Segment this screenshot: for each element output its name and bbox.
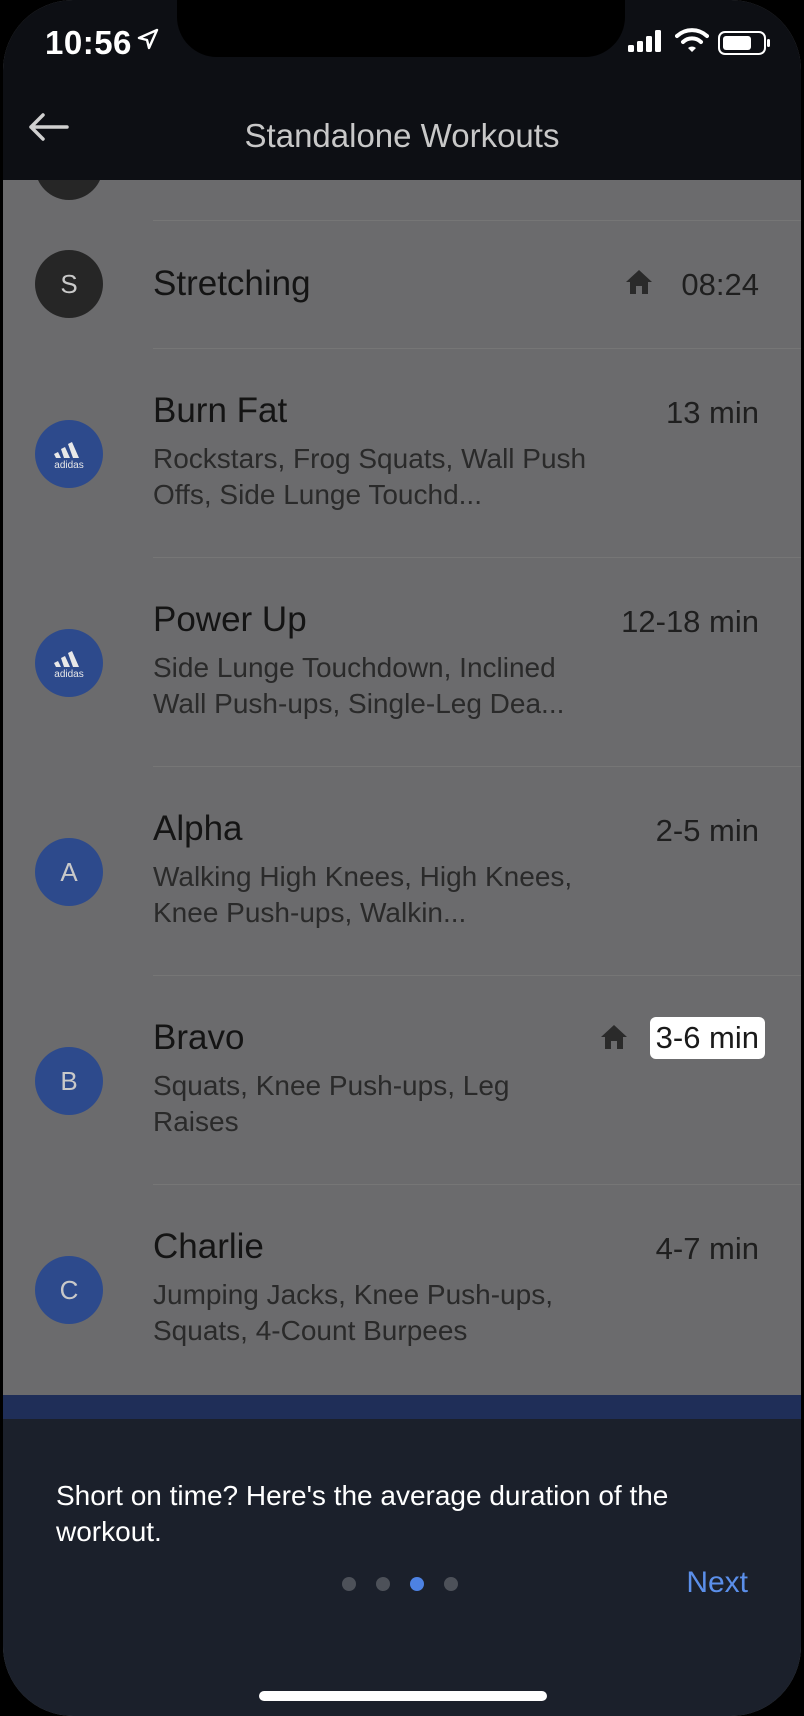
navbar: Standalone Workouts [3, 88, 801, 180]
next-button[interactable]: Next [686, 1566, 748, 1600]
avatar: S [35, 250, 103, 318]
workout-duration: 2-5 min [655, 813, 759, 848]
avatar: B [35, 1047, 103, 1115]
workout-duration: 13 min [665, 395, 759, 430]
workout-duration: 12-18 min [621, 604, 759, 639]
avatar: C [35, 1256, 103, 1324]
page-dot[interactable] [444, 1577, 458, 1591]
workout-title: Stretching [153, 264, 311, 303]
workout-row-power-up[interactable]: adidas Power Up Side Lunge Touchdown, In… [3, 558, 801, 767]
workout-title: Charlie [153, 1227, 264, 1266]
status-bar: 10:56 [3, 0, 801, 88]
workout-row-charlie[interactable]: C Charlie Jumping Jacks, Knee Push-ups, … [3, 1185, 801, 1394]
phone-screen: 10:56 Standalone Workouts S Stretching 0… [3, 0, 801, 1716]
workout-title: Burn Fat [153, 391, 288, 430]
status-time: 10:56 [45, 24, 132, 61]
page-title: Standalone Workouts [244, 117, 560, 154]
workout-title: Alpha [153, 809, 243, 848]
adidas-logo-icon: adidas [54, 442, 84, 471]
adidas-logo-icon: adidas [54, 651, 84, 680]
page-dot[interactable] [342, 1577, 356, 1591]
svg-text:adidas: adidas [54, 669, 83, 680]
workout-list: S Stretching 08:24 adidas Burn Fat Rocks… [3, 180, 801, 1395]
workout-title: Bravo [153, 1018, 245, 1057]
workout-exercises: Jumping Jacks, Knee Push-ups, Squats, 4-… [153, 1279, 553, 1346]
page-dot-active[interactable] [410, 1577, 424, 1591]
wifi-icon [675, 28, 709, 52]
battery-icon [718, 31, 770, 55]
workout-duration: 4-7 min [655, 1231, 759, 1266]
home-icon [626, 270, 652, 294]
workout-duration: 08:24 [681, 267, 759, 302]
avatar: adidas [35, 420, 103, 488]
workout-row-burn-fat[interactable]: adidas Burn Fat Rockstars, Frog Squats, … [3, 349, 801, 558]
avatar: adidas [35, 629, 103, 697]
workout-row-bravo[interactable]: B Bravo Squats, Knee Push-ups, Leg Raise… [3, 976, 801, 1185]
workout-exercises: Side Lunge Touchdown, Inclined Wall Push… [153, 652, 565, 719]
workout-exercises: Rockstars, Frog Squats, Wall Push Offs, … [153, 443, 587, 510]
workout-title: Power Up [153, 600, 307, 639]
notch [177, 0, 625, 57]
location-arrow-icon [137, 28, 159, 50]
svg-text:adidas: adidas [54, 460, 83, 471]
workout-exercises: Squats, Knee Push-ups, Leg Raises [153, 1070, 510, 1137]
divider [3, 1395, 801, 1419]
onboarding-tooltip: Short on time? Here's the average durati… [3, 1419, 801, 1716]
avatar-letter: A [60, 856, 78, 887]
workout-row-alpha[interactable]: A Alpha Walking High Knees, High Knees, … [3, 767, 801, 976]
workout-exercises: Walking High Knees, High Knees, Knee Pus… [153, 861, 573, 928]
workout-row-stretching[interactable]: S Stretching 08:24 [3, 220, 801, 349]
workout-duration-highlighted: 3-6 min [649, 1017, 765, 1059]
avatar-letter: C [59, 1274, 79, 1305]
page-dot[interactable] [376, 1577, 390, 1591]
home-icon [601, 1025, 627, 1049]
avatar: A [35, 838, 103, 906]
tooltip-text: Short on time? Here's the average durati… [56, 1480, 669, 1547]
cellular-signal-icon [628, 30, 661, 52]
home-indicator[interactable] [259, 1691, 547, 1701]
avatar-letter: B [60, 1065, 78, 1096]
avatar [35, 180, 103, 200]
avatar-letter: S [60, 268, 78, 299]
